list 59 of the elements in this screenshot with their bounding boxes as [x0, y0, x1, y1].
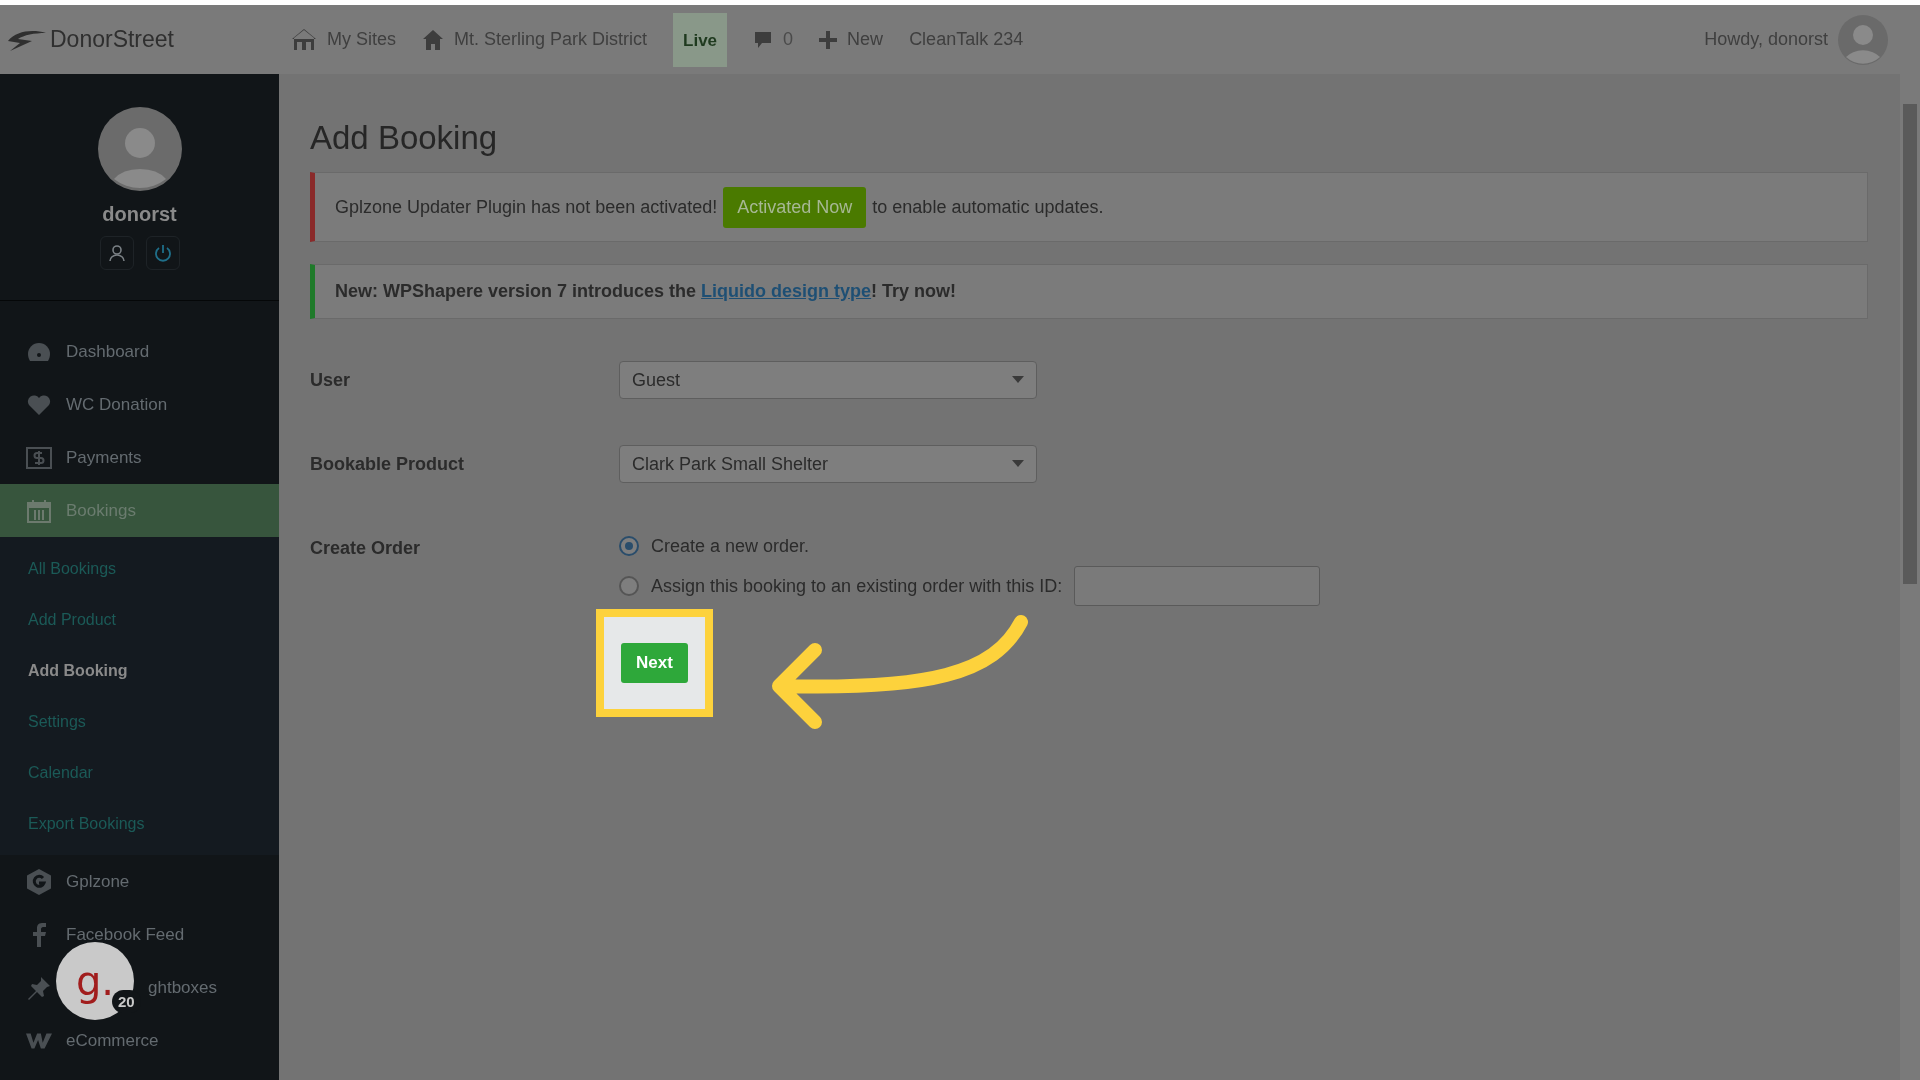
houses-icon[interactable]: [291, 28, 317, 51]
menu-item[interactable]: ghtboxes: [148, 977, 217, 998]
submenu-item[interactable]: All Bookings: [0, 543, 279, 594]
scrollbar-thumb[interactable]: [1903, 104, 1917, 584]
notice-link[interactable]: Liquido design type: [701, 281, 872, 302]
submenu-item[interactable]: Add Product: [0, 594, 279, 645]
hexagon-icon: [26, 867, 52, 896]
menu-item[interactable]: WC Donation: [66, 394, 168, 415]
order-id-field[interactable]: [1074, 566, 1321, 606]
toolbar-link[interactable]: New: [847, 29, 884, 50]
live-badge[interactable]: Live: [673, 12, 728, 67]
user-icon[interactable]: [106, 243, 127, 263]
gauge-icon: [26, 340, 52, 363]
toolbar-link[interactable]: My Sites: [327, 29, 396, 50]
select-field[interactable]: Guest: [619, 361, 1037, 399]
submenu-item[interactable]: Calendar: [0, 747, 279, 798]
plus-icon[interactable]: [819, 30, 838, 49]
field-label: User: [310, 369, 352, 391]
power-button[interactable]: [145, 236, 180, 270]
heart-icon: [26, 393, 52, 416]
page-title: Add Booking: [310, 119, 499, 157]
select-field[interactable]: Clark Park Small Shelter: [619, 445, 1037, 483]
dollar-icon: [26, 446, 52, 469]
menu-item[interactable]: eCommerce: [66, 1030, 159, 1051]
submenu-item[interactable]: Settings: [0, 696, 279, 747]
radio-label[interactable]: Create a new order.: [651, 535, 810, 557]
submenu-item[interactable]: Add Booking: [0, 645, 279, 696]
avatar-icon: [97, 107, 182, 191]
submenu-item[interactable]: Export Bookings: [0, 798, 279, 849]
logo-text[interactable]: DonorStreet: [50, 26, 174, 53]
menu-item[interactable]: Gplzone: [66, 871, 130, 892]
avatar-icon[interactable]: [1838, 14, 1888, 65]
next-button[interactable]: Next: [621, 643, 688, 683]
menu-item[interactable]: Facebook Feed: [66, 924, 185, 945]
activate-button[interactable]: Activated Now: [723, 186, 867, 228]
notice-text: Gplzone Updater Plugin has not been activated!: [335, 196, 718, 218]
caret-icon[interactable]: [1012, 460, 1024, 468]
notice-text: New: WPShapere version 7 introduces the: [335, 281, 697, 302]
radio-button[interactable]: [619, 576, 639, 596]
notice-text: to enable automatic updates.: [872, 196, 1104, 218]
field-label: Bookable Product: [310, 453, 466, 475]
pin-icon: [26, 975, 52, 1000]
calendar-icon: [26, 498, 52, 523]
caret-icon[interactable]: [1012, 376, 1024, 384]
menu-item[interactable]: Dashboard: [66, 341, 150, 362]
home-icon[interactable]: [422, 28, 444, 51]
radio-button[interactable]: [619, 536, 639, 556]
toolbar-link[interactable]: CleanTalk 234: [909, 29, 1024, 50]
profile-button[interactable]: [99, 236, 134, 270]
username: donorst: [102, 203, 177, 226]
comment-icon[interactable]: [753, 29, 774, 50]
w-icon: [26, 1031, 52, 1050]
toolbar-link[interactable]: Mt. Sterling Park District: [454, 29, 648, 50]
radio-label[interactable]: Assign this booking to an existing order with this ID:: [651, 575, 1063, 597]
power-icon[interactable]: [152, 243, 173, 263]
greeting[interactable]: Howdy, donorst: [1704, 29, 1828, 50]
menu-item[interactable]: Payments: [66, 447, 142, 468]
notice-text: ! Try now!: [871, 281, 957, 302]
field-label: Create Order: [310, 537, 422, 559]
